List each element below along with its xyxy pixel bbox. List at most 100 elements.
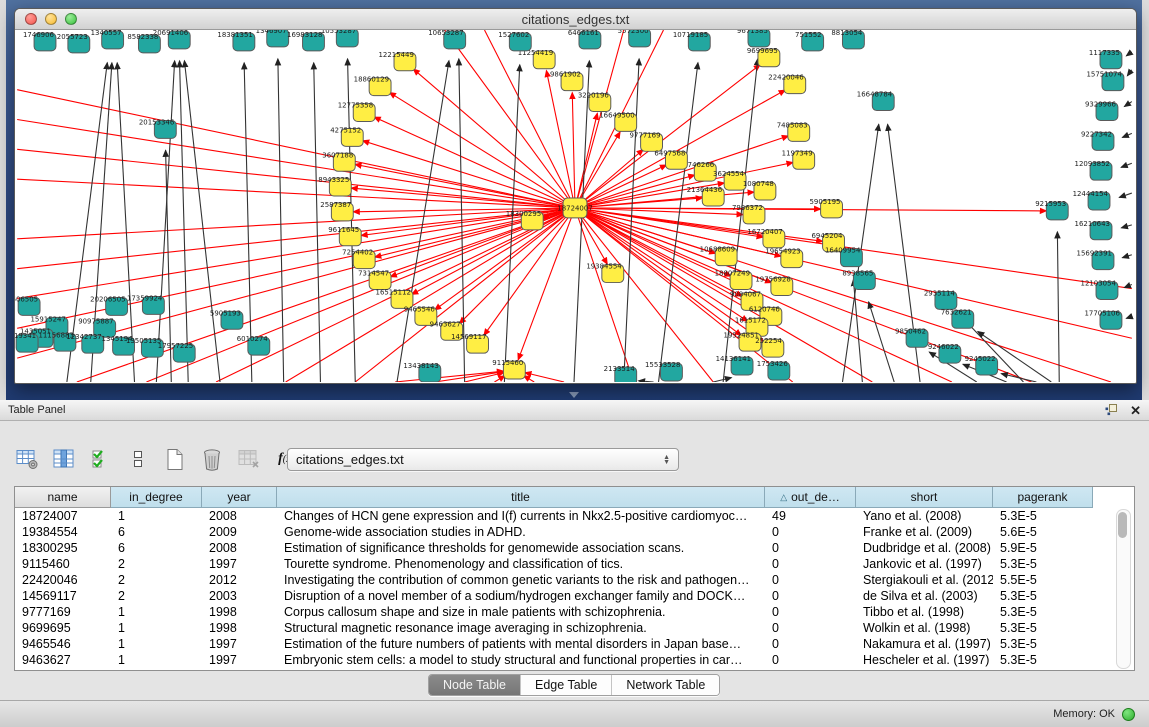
table-cell[interactable]: 5.3E-5 — [993, 588, 1093, 604]
table-cell[interactable]: 1 — [111, 652, 202, 668]
column-header-short[interactable]: short — [856, 487, 993, 508]
table-cell[interactable]: 18300295 — [15, 540, 111, 556]
table-row[interactable]: 1872400712008Changes of HCN gene express… — [15, 508, 1134, 524]
table-cell[interactable]: 9463627 — [15, 652, 111, 668]
table-cell[interactable]: 1 — [111, 508, 202, 524]
column-header-name[interactable]: name — [15, 487, 111, 508]
table-cell[interactable]: 1997 — [202, 652, 277, 668]
network-window-titlebar[interactable]: citations_edges.txt — [15, 9, 1136, 30]
table-cell[interactable]: Nakamura et al. (1997) — [856, 636, 993, 652]
new-document-button[interactable] — [162, 446, 188, 472]
memory-status-icon[interactable] — [1122, 708, 1135, 721]
close-panel-icon[interactable]: ✕ — [1130, 404, 1141, 417]
table-row[interactable]: 1456911722003Disruption of a novel membe… — [15, 588, 1134, 604]
table-cell[interactable]: 2008 — [202, 540, 277, 556]
table-cell[interactable]: Stergiakouli et al. (2012) — [856, 572, 993, 588]
table-cell[interactable]: 1 — [111, 604, 202, 620]
table-cell[interactable]: Investigating the contribution of common… — [277, 572, 765, 588]
table-cell[interactable]: 5.3E-5 — [993, 508, 1093, 524]
table-selector-dropdown[interactable]: citations_edges.txt ▲▼ — [287, 448, 679, 471]
table-cell[interactable]: Franke et al. (2009) — [856, 524, 993, 540]
table-cell[interactable]: Disruption of a novel member of a sodium… — [277, 588, 765, 604]
table-cell[interactable]: Estimation of the future numbers of pati… — [277, 636, 765, 652]
table-cell[interactable]: 5.3E-5 — [993, 604, 1093, 620]
table-cell[interactable]: Hescheler et al. (1997) — [856, 652, 993, 668]
table-cell[interactable]: 0 — [765, 636, 856, 652]
table-row[interactable]: 946362711997Embryonic stem cells: a mode… — [15, 652, 1134, 668]
table-cell[interactable]: Tibbo et al. (1998) — [856, 604, 993, 620]
table-row[interactable]: 969969511998Structural magnetic resonanc… — [15, 620, 1134, 636]
column-header-year[interactable]: year — [202, 487, 277, 508]
table-cell[interactable]: 1997 — [202, 636, 277, 652]
table-cell[interactable]: 9465546 — [15, 636, 111, 652]
delete-button[interactable] — [199, 446, 225, 472]
column-header-in_degree[interactable]: in_degree — [111, 487, 202, 508]
table-cell[interactable]: 0 — [765, 572, 856, 588]
table-cell[interactable]: Estimation of significance thresholds fo… — [277, 540, 765, 556]
table-cell[interactable]: 49 — [765, 508, 856, 524]
table-cell[interactable]: 2 — [111, 556, 202, 572]
table-cell[interactable]: Embryonic stem cells: a model to study s… — [277, 652, 765, 668]
table-cell[interactable]: Structural magnetic resonance image aver… — [277, 620, 765, 636]
tab-node-table[interactable]: Node Table — [429, 675, 521, 695]
table-scrollbar-thumb[interactable] — [1118, 512, 1127, 538]
table-row[interactable]: 2242004622012Investigating the contribut… — [15, 572, 1134, 588]
table-cell[interactable]: 0 — [765, 556, 856, 572]
table-cell[interactable]: 1 — [111, 636, 202, 652]
table-cell[interactable]: Dudbridge et al. (2008) — [856, 540, 993, 556]
table-cell[interactable]: 5.3E-5 — [993, 636, 1093, 652]
table-cell[interactable]: 5.3E-5 — [993, 652, 1093, 668]
table-cell[interactable]: Genome-wide association studies in ADHD. — [277, 524, 765, 540]
table-cell[interactable]: Yano et al. (2008) — [856, 508, 993, 524]
table-cell[interactable]: 19384554 — [15, 524, 111, 540]
table-cell[interactable]: 9115460 — [15, 556, 111, 572]
column-header-out_de[interactable]: △out_de… — [765, 487, 856, 508]
table-cell[interactable]: 1997 — [202, 556, 277, 572]
table-cell[interactable]: Tourette syndrome. Phenomenology and cla… — [277, 556, 765, 572]
table-cell[interactable]: 0 — [765, 540, 856, 556]
table-cell[interactable]: 9777169 — [15, 604, 111, 620]
table-row[interactable]: 977716911998Corpus callosum shape and si… — [15, 604, 1134, 620]
table-scrollbar[interactable] — [1116, 509, 1131, 669]
tab-network-table[interactable]: Network Table — [612, 675, 719, 695]
table-cell[interactable]: 2 — [111, 572, 202, 588]
table-cell[interactable]: 0 — [765, 524, 856, 540]
table-settings-button[interactable] — [14, 446, 40, 472]
table-cell[interactable]: 22420046 — [15, 572, 111, 588]
table-cell[interactable]: 1998 — [202, 604, 277, 620]
table-cell[interactable]: 6 — [111, 540, 202, 556]
table-cell[interactable]: Corpus callosum shape and size in male p… — [277, 604, 765, 620]
table-cell[interactable]: 5.3E-5 — [993, 556, 1093, 572]
table-cell[interactable]: 2012 — [202, 572, 277, 588]
panel-splitter-handle[interactable] — [569, 392, 579, 398]
column-header-pagerank[interactable]: pagerank — [993, 487, 1093, 508]
table-cell[interactable]: 14569117 — [15, 588, 111, 604]
float-panel-icon[interactable] — [1105, 404, 1118, 416]
table-row[interactable]: 1830029562008Estimation of significance … — [15, 540, 1134, 556]
table-cell[interactable]: Wolkin et al. (1998) — [856, 620, 993, 636]
table-cell[interactable]: 5.6E-5 — [993, 524, 1093, 540]
table-cell[interactable]: 2008 — [202, 508, 277, 524]
table-cell[interactable]: 0 — [765, 588, 856, 604]
table-cell[interactable]: Jankovic et al. (1997) — [856, 556, 993, 572]
table-cell[interactable]: 2009 — [202, 524, 277, 540]
column-header-title[interactable]: title — [277, 487, 765, 508]
column-checklist-button[interactable] — [88, 446, 114, 472]
show-column-button[interactable] — [51, 446, 77, 472]
network-canvas[interactable]: 1872400718300295193845549115460122154491… — [15, 30, 1134, 382]
table-cell[interactable]: 1 — [111, 620, 202, 636]
table-cell[interactable]: 2003 — [202, 588, 277, 604]
rows-button[interactable] — [125, 446, 151, 472]
table-cell[interactable]: 0 — [765, 620, 856, 636]
table-cell[interactable]: Changes of HCN gene expression and I(f) … — [277, 508, 765, 524]
table-cell[interactable]: 0 — [765, 604, 856, 620]
table-cell[interactable]: 1998 — [202, 620, 277, 636]
table-cell[interactable]: 0 — [765, 652, 856, 668]
table-cell[interactable]: de Silva et al. (2003) — [856, 588, 993, 604]
table-cell[interactable]: 18724007 — [15, 508, 111, 524]
table-row[interactable]: 911546021997Tourette syndrome. Phenomeno… — [15, 556, 1134, 572]
table-cell[interactable]: 5.9E-5 — [993, 540, 1093, 556]
zoom-window-icon[interactable] — [65, 13, 77, 25]
table-cell[interactable]: 5.5E-5 — [993, 572, 1093, 588]
tab-edge-table[interactable]: Edge Table — [521, 675, 612, 695]
